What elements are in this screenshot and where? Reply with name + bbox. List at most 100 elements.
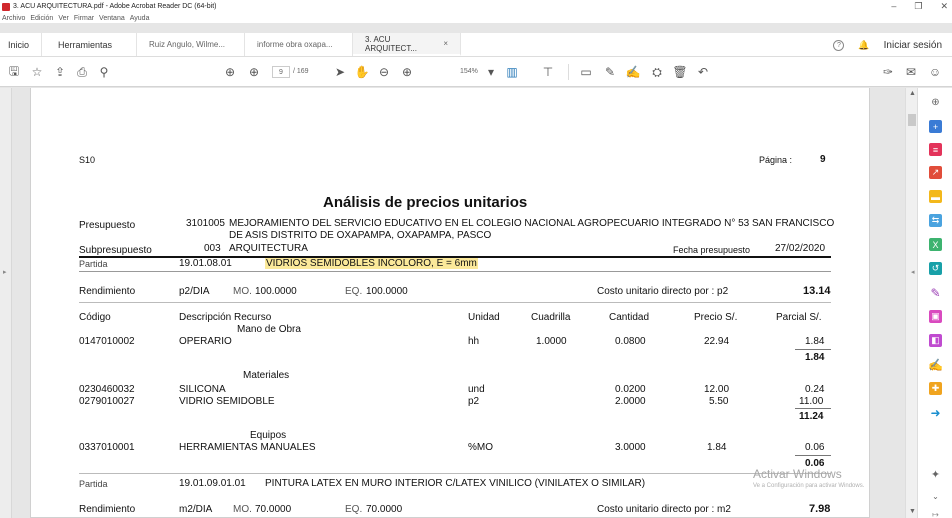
acrobat-icon — [2, 2, 10, 11]
menu-ayuda[interactable]: Ayuda — [130, 15, 150, 22]
undo-icon[interactable]: ↶ — [695, 64, 711, 80]
row2-desc: SILICONA — [179, 384, 226, 395]
row2-precio: 12.00 — [704, 384, 730, 395]
row3-code: 0279010027 — [79, 396, 135, 407]
tab-document-active[interactable]: 3. ACU ARQUITECT... × — [353, 33, 461, 56]
expand-left-panel-icon[interactable]: ▸ — [3, 268, 7, 276]
protect-icon[interactable]: ▣ — [929, 310, 942, 323]
next-page-icon[interactable]: ⊕ — [246, 64, 262, 80]
collapse-right-panel-icon[interactable]: ◂ — [911, 268, 915, 276]
panel-chevron-down-icon[interactable]: ⌄ — [929, 490, 942, 503]
edit-pdf-icon[interactable]: ✚ — [929, 382, 942, 395]
vertical-scrollbar[interactable]: ▲ ▼ — [905, 88, 917, 518]
toolbar: 🖫 ☆ ⇪ ⎙ ⚲ ⊕ ⊕ 9 / 169 ➤ ✋ ⊖ ⊕ 154% ▾ ▥ ⊤… — [0, 57, 952, 87]
header-parcial: Parcial S/. — [776, 312, 822, 323]
presupuesto-code: 3101005 — [186, 218, 225, 229]
subtotal-line-equipos — [795, 455, 831, 456]
account-icon[interactable]: ☺ — [927, 64, 943, 80]
close-tab-icon[interactable]: × — [443, 39, 448, 48]
zoom-level[interactable]: 154% — [460, 68, 478, 75]
subtotal-mano: 1.84 — [805, 352, 825, 363]
sign-tool-icon[interactable]: ✎ — [929, 286, 942, 300]
highlight-pen-icon[interactable]: ✎ — [602, 64, 618, 80]
create-pdf-icon[interactable]: + — [929, 120, 942, 133]
rend2-mo-value: 70.0000 — [255, 504, 292, 515]
menu-edicion[interactable]: Edición — [30, 15, 53, 22]
header-precio: Precio S/. — [694, 312, 738, 323]
signin-button[interactable]: Iniciar sesión — [884, 40, 942, 51]
draw-icon[interactable]: ✍ — [625, 64, 641, 80]
combine-files-icon[interactable]: ≡ — [929, 143, 942, 156]
bell-icon[interactable]: 🔔 — [858, 40, 869, 51]
excel-export-icon[interactable]: X — [929, 238, 942, 251]
rend1-unit: p2/DIA — [179, 286, 210, 297]
scroll-down-icon[interactable]: ▼ — [909, 508, 916, 515]
row4-cantidad: 3.0000 — [615, 442, 646, 453]
partida1-label: Partida — [79, 259, 108, 269]
bookmark-star-icon[interactable]: ☆ — [29, 64, 45, 80]
comment-tool-icon[interactable]: ▬ — [929, 190, 942, 203]
menu-ventana[interactable]: Ventana — [99, 15, 125, 22]
row3-precio: 5.50 — [709, 396, 729, 407]
send-for-review-icon[interactable]: ➜ — [929, 406, 942, 420]
export-pdf-icon[interactable]: ↗ — [929, 166, 942, 179]
select-cursor-icon[interactable]: ➤ — [332, 64, 348, 80]
row1-cuadrilla: 1.0000 — [536, 336, 567, 347]
tab-document-1[interactable]: Ruiz Angulo, Wilme... — [137, 33, 245, 56]
rend2-label: Rendimiento — [79, 504, 136, 515]
save-icon[interactable]: 🖫 — [6, 64, 22, 80]
page-number-input[interactable]: 9 — [272, 66, 290, 78]
zoom-in-icon[interactable]: ⊕ — [399, 64, 415, 80]
rend2-eq-label: EQ. — [345, 504, 363, 515]
subpresupuesto-code: 003 — [204, 243, 221, 254]
menu-archivo[interactable]: Archivo — [2, 15, 25, 22]
share-tool-icon[interactable]: ↺ — [929, 262, 942, 275]
stamp-icon[interactable]: ⛭ — [649, 64, 665, 80]
comment-icon[interactable]: ▭ — [578, 64, 594, 80]
menu-ver[interactable]: Ver — [58, 15, 69, 22]
rend1-mo-label: MO. — [233, 286, 252, 297]
header-cantidad: Cantidad — [609, 312, 650, 323]
group-equipos: Equipos — [250, 430, 287, 441]
maximize-button[interactable]: ❐ — [914, 0, 922, 13]
organize-pages-icon[interactable]: ⇆ — [929, 214, 942, 227]
print-icon[interactable]: ⎙ — [74, 64, 90, 80]
redact-icon[interactable]: ◧ — [929, 334, 942, 347]
row1-precio: 22.94 — [704, 336, 730, 347]
minimize-button[interactable]: – — [891, 0, 896, 13]
divider-rend1 — [79, 302, 831, 303]
tools-settings-icon[interactable]: ✦ — [929, 468, 942, 481]
pdf-page: S10 Página : 9 Análisis de precios unita… — [30, 88, 870, 518]
tab-tools[interactable]: Herramientas — [42, 33, 137, 56]
zoom-dropdown-icon[interactable]: ▾ — [483, 64, 499, 80]
divider-partida2 — [79, 473, 831, 474]
fill-sign-icon[interactable]: ✑ — [880, 64, 896, 80]
row2-unit: und — [468, 384, 485, 395]
tabbar-right: ? 🔔 Iniciar sesión — [833, 33, 942, 57]
fit-page-icon[interactable]: ▥ — [504, 64, 520, 80]
close-window-button[interactable]: ✕ — [940, 0, 948, 13]
delete-icon[interactable]: 🗑 — [672, 64, 688, 80]
row2-code: 0230460032 — [79, 384, 135, 395]
row1-unit: hh — [468, 336, 480, 347]
partida1-desc: VIDRIOS SEMIDOBLES INCOLORO, E = 6mm — [265, 258, 478, 269]
rend1-mo-value: 100.0000 — [255, 286, 297, 297]
scroll-mode-icon[interactable]: ⊤ — [540, 64, 556, 80]
share-icon[interactable]: ⇪ — [52, 64, 68, 80]
scroll-thumb[interactable] — [908, 114, 916, 126]
scroll-up-icon[interactable]: ▲ — [909, 90, 916, 97]
panel-expand-icon[interactable]: ↦ — [929, 508, 942, 518]
zoom-tool-icon[interactable]: ⊕ — [929, 96, 942, 109]
search-icon[interactable]: ⚲ — [96, 64, 112, 80]
zoom-out-icon[interactable]: ⊖ — [376, 64, 392, 80]
previous-page-icon[interactable]: ⊕ — [222, 64, 238, 80]
tab-home[interactable]: Inicio — [0, 33, 42, 56]
fill-sign-tool-icon[interactable]: ✍ — [928, 358, 943, 372]
hand-tool-icon[interactable]: ✋ — [354, 64, 370, 80]
menu-firmar[interactable]: Firmar — [74, 15, 94, 22]
partida2-desc: PINTURA LATEX EN MURO INTERIOR C/LATEX V… — [265, 478, 646, 489]
email-icon[interactable]: ✉ — [903, 64, 919, 80]
help-icon[interactable]: ? — [833, 39, 845, 51]
fecha-value: 27/02/2020 — [775, 243, 826, 254]
tab-document-2[interactable]: informe obra oxapa... — [245, 33, 353, 56]
